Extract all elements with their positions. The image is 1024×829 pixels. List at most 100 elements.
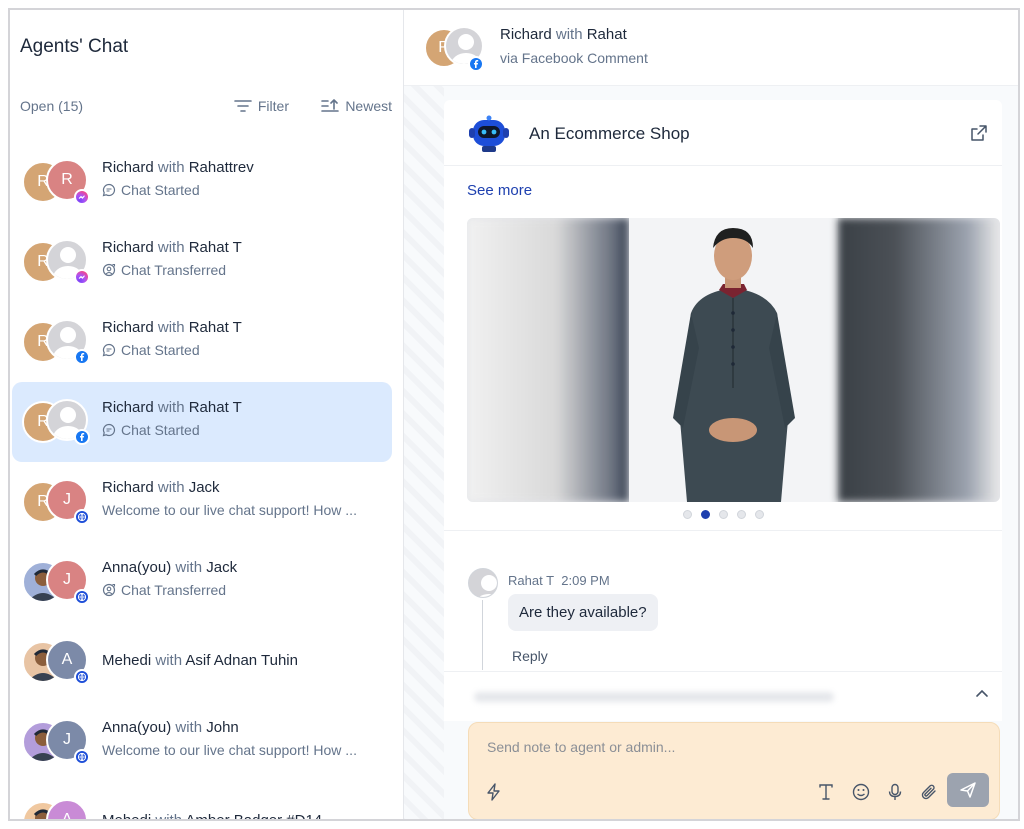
prev-slide-preview[interactable] bbox=[467, 218, 629, 502]
lightning-icon[interactable] bbox=[483, 781, 505, 803]
text-format-icon[interactable] bbox=[815, 781, 837, 803]
chat-status: Chat Started bbox=[102, 342, 384, 358]
chat-list-item[interactable]: R Richard with Rahat T Chat Transferred bbox=[12, 222, 392, 302]
chat-status-text: Welcome to our live chat support! How ..… bbox=[102, 502, 357, 518]
chat-list-item[interactable]: J Anna(you) with Jack Chat Transferred bbox=[12, 542, 392, 622]
with-word: with bbox=[157, 319, 185, 336]
see-more-link[interactable]: See more bbox=[467, 182, 532, 199]
send-button[interactable] bbox=[947, 773, 989, 807]
agent-name: Mehedi bbox=[102, 812, 152, 821]
chat-title: Anna(you) with Jack bbox=[102, 559, 384, 576]
attachment-icon[interactable] bbox=[918, 781, 940, 803]
chat-status: Chat Transferred bbox=[102, 582, 384, 598]
composer-input[interactable]: Send note to agent or admin... bbox=[487, 739, 675, 755]
agent-name: Richard bbox=[102, 399, 154, 416]
facebook-icon bbox=[74, 429, 90, 445]
chat-title: Richard with Rahat T bbox=[102, 239, 384, 256]
filter-bar: Open (15) Filter Newest bbox=[20, 98, 392, 118]
product-card: An Ecommerce Shop See more Rahat T 2:09 … bbox=[444, 100, 1002, 675]
channel-label: via Facebook Comment bbox=[500, 50, 648, 66]
card-header: An Ecommerce Shop bbox=[444, 100, 1002, 166]
chat-status: Welcome to our live chat support! How ..… bbox=[102, 742, 384, 758]
chat-list-item[interactable]: A Mehedi with Amber Badger #D14 bbox=[12, 782, 392, 821]
customer-name: Rahat T bbox=[188, 399, 242, 416]
product-carousel[interactable] bbox=[467, 218, 1000, 502]
message-bubble: Are they available? bbox=[508, 594, 658, 631]
customer-name: Jack bbox=[188, 479, 220, 496]
chat-status: Chat Started bbox=[102, 422, 384, 438]
chat-list-item[interactable]: R Richard with Rahat T Chat Started bbox=[12, 302, 392, 382]
note-composer[interactable]: Send note to agent or admin... bbox=[468, 722, 1000, 819]
transfer-icon bbox=[102, 583, 116, 597]
chat-bubble-icon bbox=[102, 183, 116, 197]
carousel-dot[interactable] bbox=[718, 510, 728, 519]
web-icon bbox=[74, 509, 90, 525]
external-link-icon[interactable] bbox=[970, 124, 988, 142]
divider bbox=[444, 530, 1002, 531]
header-avatar: R bbox=[424, 26, 484, 72]
chat-status-text: Chat Started bbox=[121, 182, 200, 198]
conversation-title: Richard with Rahat bbox=[500, 26, 627, 43]
carousel-dot[interactable] bbox=[754, 510, 764, 519]
microphone-icon[interactable] bbox=[884, 781, 906, 803]
agent-name: Richard bbox=[500, 26, 552, 43]
avatar-group: J bbox=[22, 719, 94, 765]
avatar-group: J bbox=[22, 559, 94, 605]
carousel-dot[interactable] bbox=[682, 510, 692, 519]
customer-name: Asif Adnan Tuhin bbox=[185, 652, 298, 669]
message-meta: Rahat T 2:09 PM bbox=[508, 573, 610, 588]
avatar-group: R bbox=[22, 399, 94, 445]
agent-name: Mehedi bbox=[102, 652, 152, 669]
carousel-dot[interactable] bbox=[736, 510, 746, 519]
chat-status: Chat Transferred bbox=[102, 262, 384, 278]
customer-name: Rahat T bbox=[188, 319, 242, 336]
chat-list-item[interactable]: RJ Richard with Jack Welcome to our live… bbox=[12, 462, 392, 542]
agent-name: Richard bbox=[102, 239, 154, 256]
sort-label: Newest bbox=[345, 98, 392, 114]
chat-title: Richard with Jack bbox=[102, 479, 384, 496]
customer-name: Rahat T bbox=[188, 239, 242, 256]
message-time: 2:09 PM bbox=[561, 573, 610, 588]
carousel-dot-active[interactable] bbox=[700, 510, 710, 519]
product-image bbox=[629, 218, 838, 502]
app-frame: Agents' Chat Open (15) Filter Newest RR … bbox=[8, 8, 1020, 821]
sort-newest-button[interactable]: Newest bbox=[321, 98, 392, 114]
chevron-up-icon[interactable] bbox=[974, 686, 990, 702]
chat-list-item[interactable]: J Anna(you) with John Welcome to our liv… bbox=[12, 702, 392, 782]
sidebar-title: Agents' Chat bbox=[20, 36, 129, 57]
sender-avatar bbox=[468, 568, 498, 598]
send-icon bbox=[960, 782, 976, 798]
with-word: with bbox=[155, 812, 183, 821]
chat-status-text: Chat Transferred bbox=[121, 262, 227, 278]
chat-list-item[interactable]: R Richard with Rahat T Chat Started bbox=[12, 382, 392, 462]
agent-name: Anna(you) bbox=[102, 559, 172, 576]
customer-name: Rahat bbox=[586, 26, 627, 43]
customer-name: Amber Badger #D14 bbox=[185, 812, 323, 821]
customer-name: Rahattrev bbox=[188, 159, 254, 176]
with-word: with bbox=[175, 719, 203, 736]
chat-list-item[interactable]: A Mehedi with Asif Adnan Tuhin bbox=[12, 622, 392, 702]
filter-button[interactable]: Filter bbox=[234, 98, 289, 114]
chat-status-text: Chat Started bbox=[121, 422, 200, 438]
emoji-icon[interactable] bbox=[850, 781, 872, 803]
chat-list: RR Richard with Rahattrev Chat Started R… bbox=[10, 142, 404, 821]
avatar-group: R bbox=[22, 319, 94, 365]
blurred-preview bbox=[474, 692, 834, 702]
agent-name: Richard bbox=[102, 479, 154, 496]
transfer-icon bbox=[102, 263, 116, 277]
chat-status-text: Chat Started bbox=[121, 342, 200, 358]
with-word: with bbox=[555, 26, 583, 43]
chat-status: Chat Started bbox=[102, 182, 384, 198]
reply-link[interactable]: Reply bbox=[512, 648, 548, 664]
avatar-group: RR bbox=[22, 159, 94, 205]
collapsed-message-bar bbox=[444, 671, 1002, 721]
avatar-group: RJ bbox=[22, 479, 94, 525]
web-icon bbox=[74, 589, 90, 605]
facebook-icon bbox=[74, 349, 90, 365]
sort-icon bbox=[321, 99, 340, 112]
next-slide-preview[interactable] bbox=[838, 218, 1000, 502]
customer-name: Jack bbox=[206, 559, 238, 576]
open-count[interactable]: Open (15) bbox=[20, 98, 83, 114]
with-word: with bbox=[157, 399, 185, 416]
chat-list-item[interactable]: RR Richard with Rahattrev Chat Started bbox=[12, 142, 392, 222]
